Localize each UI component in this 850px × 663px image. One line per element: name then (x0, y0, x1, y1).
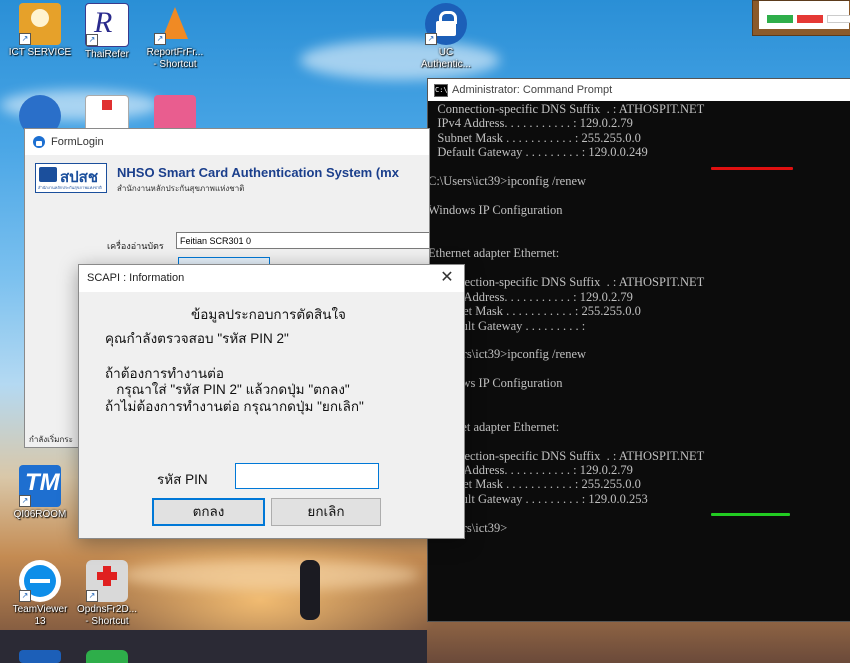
lock-icon (33, 136, 45, 148)
first-aid-kit-icon: ↗ (86, 560, 128, 602)
desktop-icon-ict-service[interactable]: ↗ ICT SERVICE (5, 3, 75, 59)
person-silhouette (300, 560, 320, 620)
desktop-icon-reportfrfr[interactable]: ↗ ReportFrFr... - Shortcut (140, 3, 210, 71)
mini-white-button[interactable] (827, 15, 850, 23)
console-line: Windows IP Configuration (428, 376, 563, 391)
console-line: Subnet Mask . . . . . . . . . . . : 255.… (428, 477, 641, 492)
console-line: Connection-specific DNS Suffix . : ATHOS… (428, 448, 705, 463)
cmd-icon: C:\ (434, 84, 448, 97)
app-icon (19, 650, 61, 663)
green-underline-annotation (711, 513, 790, 516)
formlogin-titlebar[interactable]: FormLogin (25, 129, 429, 155)
console-line: IPv4 Address. . . . . . . . . . . : 129.… (428, 462, 633, 477)
dialog-title: SCAPI : Information (87, 272, 185, 284)
console-line: C:\Users\ict39>ipconfig /renew (428, 347, 587, 362)
console-line: Ethernet adapter Ethernet: (428, 419, 560, 434)
console-line: Ethernet adapter Ethernet: (428, 246, 560, 261)
dialog-line-4: ถ้าไม่ต้องการทำงานต่อ กรุณากดปุ่ม "ยกเลิ… (105, 399, 364, 414)
nhso-logo-subtext: สำนักงานหลักประกันสุขภาพแห่งชาติ (38, 185, 102, 190)
tm-icon: TM ↗ (19, 465, 61, 507)
desktop-icon-label: ReportFrFr... - Shortcut (146, 47, 204, 70)
console-line: Default Gateway . . . . . . . . . : (428, 318, 586, 333)
cloud (120, 560, 420, 590)
cmd-title: Administrator: Command Prompt (452, 84, 613, 96)
desktop-icon-teamviewer[interactable]: ↗ TeamViewer 13 (5, 560, 75, 628)
red-underline-annotation (711, 167, 793, 170)
dialog-heading: ข้อมูลประกอบการตัดสินใจ (191, 307, 346, 322)
status-text: กำลังเริ่มกระ (29, 435, 73, 444)
desktop-icon-partial[interactable] (5, 650, 75, 663)
cancel-button[interactable]: ยกเลิก (271, 498, 381, 526)
desktop-icon-label: TeamViewer 13 (12, 604, 68, 627)
command-prompt-window[interactable]: C:\ Administrator: Command Prompt Connec… (427, 78, 850, 622)
pin-input[interactable] (235, 463, 379, 489)
cmd-console[interactable]: Connection-specific DNS Suffix . : ATHOS… (428, 102, 850, 621)
close-icon[interactable]: ✕ (436, 268, 458, 288)
background-window-content (759, 1, 850, 29)
pin-label: รหัส PIN (157, 472, 208, 487)
desktop-icon-uc-authentic[interactable]: ↗ UC Authentic... (411, 3, 481, 71)
formlogin-title: FormLogin (51, 136, 104, 148)
console-line: Subnet Mask . . . . . . . . . . . : 255.… (428, 304, 641, 319)
card-reader-select[interactable]: Feitian SCR301 0 (176, 232, 429, 249)
mini-red-button[interactable] (797, 15, 823, 23)
console-line: Connection-specific DNS Suffix . : ATHOS… (428, 275, 705, 290)
scapi-information-dialog[interactable]: SCAPI : Information ✕ ข้อมูลประกอบการตัด… (78, 264, 465, 539)
teamviewer-icon: ↗ (19, 560, 61, 602)
ict-service-icon: ↗ (19, 3, 61, 45)
reader-label: เครื่องอ่านบัตร (107, 241, 164, 251)
app-title: NHSO Smart Card Authentication System (m… (117, 165, 399, 180)
desktop-icon-label: ThaiRefer (85, 49, 129, 60)
desktop-icon-thairefer[interactable]: R ↗ ThaiRefer (72, 3, 142, 61)
console-line: C:\Users\ict39>ipconfig /renew (428, 174, 587, 189)
console-line: IPv4 Address. . . . . . . . . . . : 129.… (428, 116, 633, 131)
app-icon (86, 650, 128, 663)
console-line: Default Gateway . . . . . . . . . : 129.… (428, 145, 648, 160)
desktop-icon-qi06room[interactable]: TM ↗ QI06ROOM (5, 465, 75, 521)
dialog-line-1: คุณกำลังตรวจสอบ "รหัส PIN 2" (105, 331, 289, 346)
thairefer-icon: R ↗ (85, 3, 129, 47)
dialog-titlebar[interactable]: SCAPI : Information ✕ (79, 265, 464, 292)
mini-green-button[interactable] (767, 15, 793, 23)
background-window[interactable] (752, 0, 850, 36)
console-line: Subnet Mask . . . . . . . . . . . : 255.… (428, 130, 641, 145)
cmd-titlebar[interactable]: C:\ Administrator: Command Prompt (428, 79, 850, 101)
console-line: IPv4 Address. . . . . . . . . . . : 129.… (428, 289, 633, 304)
desktop-icon-opdnsfr2d[interactable]: ↗ OpdnsFr2D... - Shortcut (72, 560, 142, 628)
desktop-icon-label: ICT SERVICE (8, 47, 72, 58)
nhso-logo: สปสช สำนักงานหลักประกันสุขภาพแห่งชาติ (35, 163, 107, 193)
lock-icon: ↗ (425, 3, 467, 45)
console-line: Default Gateway . . . . . . . . . : 129.… (428, 491, 648, 506)
desktop-icon-label: UC Authentic... (420, 47, 472, 70)
console-line: C:\Users\ict39> (428, 520, 508, 535)
desktop-icon-partial[interactable] (72, 650, 142, 663)
app-subtitle: สำนักงานหลักประกันสุขภาพแห่งชาติ (117, 184, 245, 193)
desktop-icon-label: QI06ROOM (13, 509, 67, 520)
nhso-mark-icon (39, 167, 57, 182)
ok-button[interactable]: ตกลง (152, 498, 265, 526)
reportfrfr-icon: ↗ (154, 3, 196, 45)
console-line: Windows IP Configuration (428, 203, 563, 218)
desktop-icon-label: OpdnsFr2D... - Shortcut (76, 604, 138, 627)
console-line: Connection-specific DNS Suffix . : ATHOS… (428, 102, 705, 116)
